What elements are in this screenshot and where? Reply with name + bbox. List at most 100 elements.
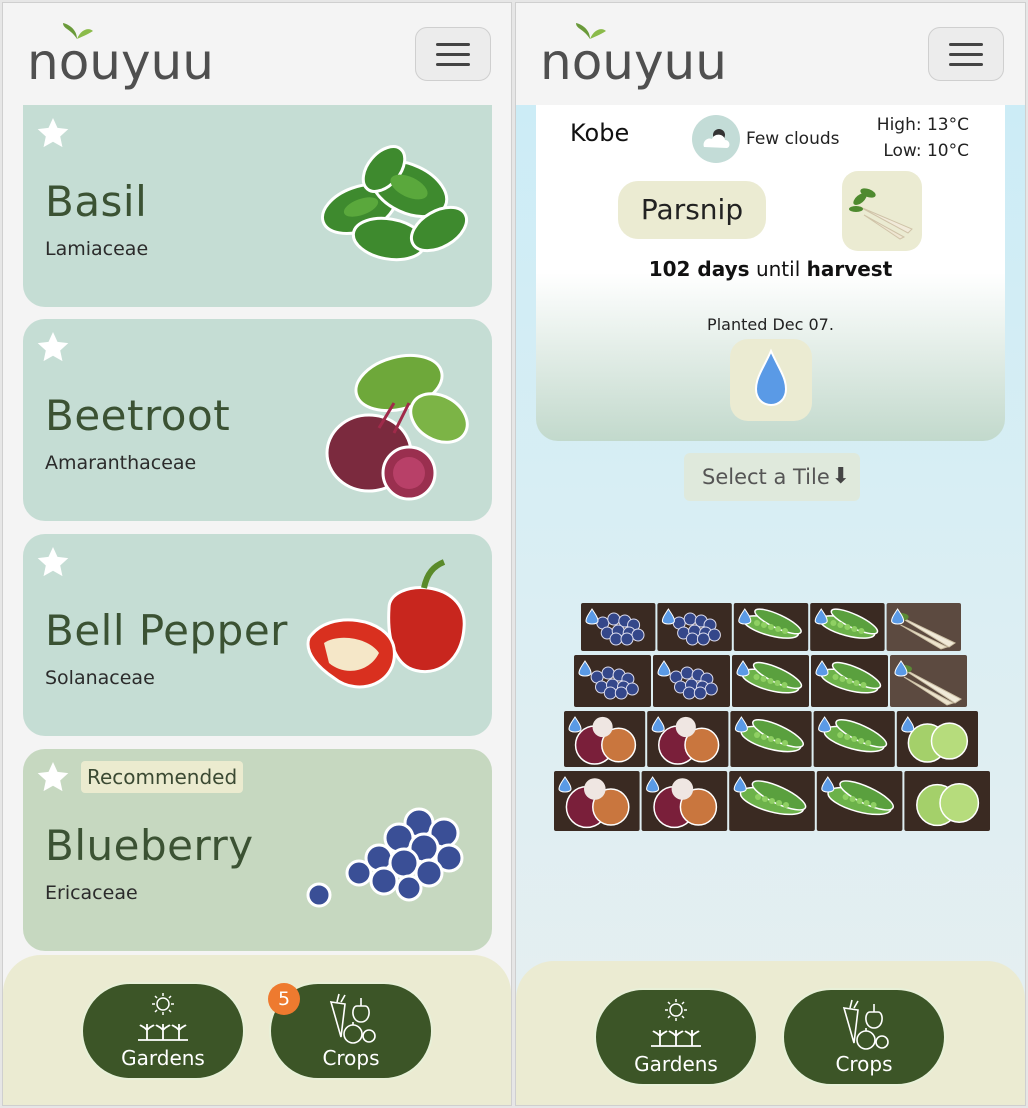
crops-label: Crops (322, 1046, 380, 1070)
garden-tile[interactable] (896, 711, 978, 767)
crops-screen: nouyuu Basil Lamiaceae Beetroot Amaranth… (2, 2, 512, 1106)
crop-family: Ericaceae (45, 882, 138, 904)
garden-tile[interactable] (810, 603, 885, 651)
select-tile-dropdown[interactable]: Select a Tile ⬇ (684, 453, 860, 501)
water-button[interactable] (730, 339, 812, 421)
basil-image (321, 145, 468, 262)
water-drop-icon (754, 348, 788, 407)
menu-button[interactable] (415, 27, 491, 81)
cloud-icon (692, 115, 740, 163)
garden-tile[interactable] (647, 711, 729, 767)
crop-name: Blueberry (45, 821, 254, 870)
bottom-nav: Gardens Crops (516, 961, 1025, 1105)
crop-name: Beetroot (45, 391, 231, 440)
crop-name: Bell Pepper (45, 606, 288, 655)
star-icon[interactable] (35, 329, 71, 365)
garden-tile[interactable] (657, 603, 732, 651)
crop-family: Lamiaceae (45, 238, 149, 260)
gardens-button[interactable]: Gardens (81, 982, 245, 1080)
water-drop-icon (894, 660, 908, 677)
crops-button[interactable]: Crops (782, 988, 946, 1086)
star-icon[interactable] (35, 115, 71, 151)
water-drop-icon (814, 608, 828, 625)
garden-info-card: Kobe Few clouds High: 13°C Low: 10°C Par… (536, 105, 1005, 441)
selected-crop: Parsnip (618, 181, 766, 239)
blueberry-image (306, 807, 464, 908)
garden-tile[interactable] (813, 711, 895, 767)
menu-icon (436, 43, 470, 46)
garden-screen: nouyuu Kobe Few clouds High: 13°C Low: 1… (515, 2, 1026, 1106)
select-tile-label: Select a Tile (702, 465, 830, 489)
crop-card-basil[interactable]: Basil Lamiaceae (23, 105, 492, 307)
crop-card-blueberry[interactable]: Recommended Blueberry Ericaceae (23, 749, 492, 951)
water-drop-icon (815, 660, 829, 677)
high-temperature: High: 13°C (876, 115, 969, 135)
garden-tile[interactable] (890, 655, 967, 707)
garden-tile[interactable] (574, 655, 651, 707)
garden-tile[interactable] (904, 771, 990, 831)
menu-button[interactable] (928, 27, 1004, 81)
logo-text: nouyuu (27, 33, 214, 91)
menu-icon (949, 43, 983, 46)
bottom-nav: Gardens Crops 5 (3, 955, 511, 1105)
low-temperature: Low: 10°C (883, 141, 969, 161)
garden-tile[interactable] (886, 603, 961, 651)
garden-tile[interactable] (641, 771, 728, 831)
water-drop-icon (646, 776, 660, 793)
crop-card-bell-pepper[interactable]: Bell Pepper Solanaceae (23, 534, 492, 736)
city-name: Kobe (570, 119, 630, 147)
gardens-button[interactable]: Gardens (594, 988, 758, 1086)
garden-tile[interactable] (811, 655, 888, 707)
water-drop-icon (891, 608, 905, 625)
water-drop-icon (558, 776, 572, 793)
water-drop-icon (733, 776, 747, 793)
water-drop-icon (734, 716, 748, 733)
harvest-days: 102 days (648, 257, 750, 281)
sun-sprouts-icon (651, 999, 701, 1047)
garden-tile[interactable] (581, 603, 656, 651)
water-drop-icon (821, 776, 835, 793)
star-icon[interactable] (35, 544, 71, 580)
crops-label: Crops (835, 1052, 893, 1076)
crop-name: Basil (45, 177, 148, 226)
notification-badge: 5 (268, 983, 300, 1015)
crop-card-beetroot[interactable]: Beetroot Amaranthaceae (23, 319, 492, 521)
parsnip-thumbnail (842, 171, 922, 251)
garden-tile[interactable] (730, 711, 812, 767)
garden-tile[interactable] (554, 771, 640, 831)
garden-tile[interactable] (733, 603, 809, 651)
bell-pepper-image (306, 559, 466, 689)
crop-family: Solanaceae (45, 667, 155, 689)
water-drop-icon (738, 608, 752, 625)
nouyuu-logo: nouyuu (540, 23, 727, 91)
water-drop-icon (736, 660, 750, 677)
header: nouyuu (3, 3, 511, 105)
garden-tile[interactable] (564, 711, 646, 767)
harvest-until: until (755, 257, 801, 281)
water-drop-icon (901, 716, 915, 733)
planted-date: Planted Dec 07. (707, 315, 834, 334)
water-drop-icon (657, 660, 671, 677)
garden-tile[interactable] (732, 655, 809, 707)
nouyuu-logo: nouyuu (27, 23, 214, 91)
harvest-word: harvest (806, 257, 893, 281)
arrow-down-icon: ⬇ (831, 464, 850, 489)
vegetables-icon (329, 993, 376, 1044)
water-drop-icon (651, 716, 665, 733)
logo-text: nouyuu (540, 33, 727, 91)
garden-tile[interactable] (816, 771, 903, 831)
beetroot-image (325, 353, 469, 501)
star-icon[interactable] (35, 759, 71, 795)
gardens-label: Gardens (121, 1046, 205, 1070)
garden-tile[interactable] (729, 771, 815, 831)
recommended-badge: Recommended (81, 761, 244, 793)
water-drop-icon (585, 608, 599, 625)
gardens-label: Gardens (634, 1052, 718, 1076)
sun-sprouts-icon (138, 993, 188, 1041)
water-drop-icon (578, 660, 592, 677)
garden-tile[interactable] (653, 655, 730, 707)
harvest-countdown: 102 days until harvest (536, 257, 1005, 281)
water-drop-icon (818, 716, 832, 733)
vegetables-icon (842, 999, 889, 1050)
water-drop-icon (661, 608, 675, 625)
